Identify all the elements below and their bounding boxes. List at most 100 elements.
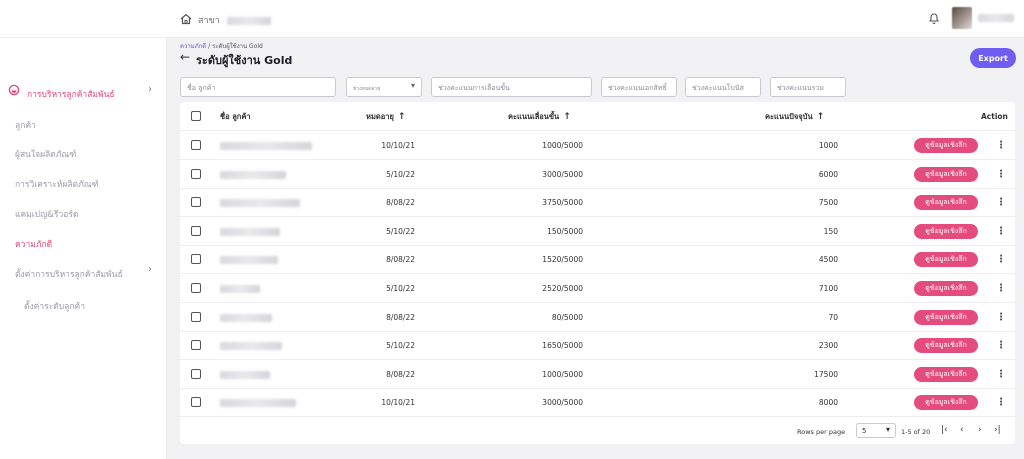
table-row: 8/08/22 1520/5000 4500 ดูข้อมูลเชิงลึก ⋮ [180, 245, 1015, 275]
customer-name-input[interactable]: ชื่อ ลูกค้า [180, 77, 336, 97]
more-options-icon[interactable]: ⋮ [996, 331, 1006, 360]
chevron-right-icon[interactable]: › [148, 84, 152, 95]
breadcrumb-link-loyalty[interactable]: ความภักดี [180, 43, 206, 50]
more-options-icon[interactable]: ⋮ [996, 388, 1006, 417]
row-checkbox[interactable] [191, 254, 201, 265]
table-row: 10/10/21 1000/5000 1000 ดูข้อมูลเชิงลึก ⋮ [180, 131, 1015, 160]
cell-level-points: 1000/5000 [542, 141, 583, 150]
table-row: 5/10/22 1650/5000 2300 ดูข้อมูลเชิงลึก ⋮ [180, 331, 1015, 361]
customer-table: ชื่อ ลูกค้า หมดอายุ ↑ คะแนนเลื่อนขั้น ↑ คะ… [180, 102, 1015, 444]
table-row: 5/10/22 2520/5000 7100 ดูข้อมูลเชิงลึก ⋮ [180, 274, 1015, 303]
chevron-right-icon[interactable]: › [148, 264, 152, 275]
row-checkbox[interactable] [191, 311, 201, 322]
table-row: 5/10/22 3000/5000 6000 ดูข้อมูลเชิงลึก ⋮ [180, 160, 1015, 189]
column-header-action: Action [981, 112, 1008, 121]
customer-name-redacted[interactable] [220, 170, 286, 179]
view-insights-button[interactable]: ดูข้อมูลเชิงลึก [914, 281, 978, 296]
more-options-icon[interactable]: ⋮ [996, 188, 1006, 217]
rows-per-page-select[interactable]: 5 ▾ [856, 423, 896, 438]
more-options-icon[interactable]: ⋮ [996, 131, 1006, 160]
cell-level-points: 1520/5000 [542, 255, 583, 265]
bell-icon[interactable] [928, 11, 940, 25]
branch-selector[interactable]: สาขา [198, 13, 271, 27]
more-options-icon[interactable]: ⋮ [996, 303, 1006, 332]
column-header-expiry[interactable]: หมดอายุ ↑ [366, 102, 405, 131]
privilege-points-range-button[interactable]: ช่วงคะแนนเอกสิทธิ์ [601, 77, 677, 97]
customer-name-redacted[interactable] [220, 199, 300, 208]
row-checkbox[interactable] [191, 340, 201, 351]
export-button[interactable]: Export [970, 48, 1016, 68]
row-checkbox[interactable] [191, 368, 201, 379]
column-header-name: ชื่อ ลูกค้า [220, 112, 251, 121]
view-insights-button[interactable]: ดูข้อมูลเชิงลึก [914, 195, 978, 211]
customer-name-redacted[interactable] [220, 256, 278, 265]
sidebar-item-customers[interactable]: ลูกค้า [15, 118, 36, 132]
branch-label: สาขา [198, 16, 220, 26]
view-insights-button[interactable]: ดูข้อมูลเชิงลึก [914, 366, 978, 382]
home-icon[interactable] [180, 13, 192, 25]
cell-current-points: 8000 [818, 398, 838, 408]
sidebar-item-tier-settings[interactable]: ตั้งค่าระดับลูกค้า [24, 299, 85, 313]
customer-name-redacted[interactable] [220, 142, 312, 150]
view-insights-button[interactable]: ดูข้อมูลเชิงลึก [914, 138, 978, 153]
table-row: 8/08/22 3750/5000 7500 ดูข้อมูลเชิงลึก ⋮ [180, 188, 1015, 218]
cell-current-points: 70 [828, 312, 838, 322]
customer-name-redacted[interactable] [220, 313, 272, 322]
expiry-range-select[interactable]: ช่วงหมดอายุ ▾ [346, 77, 422, 97]
arrow-up-icon[interactable]: ↑ [563, 112, 571, 122]
view-insights-button[interactable]: ดูข้อมูลเชิงลึก [914, 252, 978, 268]
cell-current-points: 7500 [818, 198, 838, 208]
view-insights-button[interactable]: ดูข้อมูลเชิงลึก [914, 223, 978, 239]
more-options-icon[interactable]: ⋮ [996, 160, 1006, 189]
more-options-icon[interactable]: ⋮ [996, 360, 1006, 389]
sidebar-group-crm[interactable]: การบริหารลูกค้าสัมพันธ์ [27, 87, 115, 101]
arrow-up-icon[interactable]: ↑ [817, 112, 825, 122]
cell-expiry: 8/08/22 [386, 255, 415, 265]
crm-icon [8, 84, 20, 96]
sidebar-item-crm-settings[interactable]: ตั้งค่าการบริหารลูกค้าสัมพันธ์ [15, 267, 123, 281]
sidebar-item-product-analysis[interactable]: การวิเคราะห์ผลิตภัณฑ์ [15, 177, 99, 191]
select-all-checkbox[interactable] [191, 111, 201, 121]
row-checkbox[interactable] [191, 397, 201, 408]
customer-name-redacted[interactable] [220, 285, 260, 293]
row-checkbox[interactable] [191, 168, 201, 179]
sidebar-item-campaign-reward[interactable]: แคมเปญ&รีวอร์ด [15, 207, 78, 221]
column-header-current-points[interactable]: คะแนนปัจจุบัน ↑ [765, 102, 824, 131]
total-points-range-button[interactable]: ช่วงคะแนนรวม [770, 77, 846, 97]
cell-expiry: 5/10/22 [386, 341, 415, 351]
user-name-redacted[interactable] [978, 14, 1014, 22]
column-header-current-points-label: คะแนนปัจจุบัน [765, 112, 813, 121]
cell-current-points: 17500 [814, 369, 838, 379]
row-checkbox[interactable] [191, 140, 201, 150]
column-header-level-points-label: คะแนนเลื่อนขั้น [508, 112, 560, 121]
chevron-right-icon[interactable]: › [978, 425, 982, 435]
last-page-icon[interactable]: ›| [994, 425, 1001, 435]
customer-name-redacted[interactable] [220, 399, 296, 408]
arrow-up-icon[interactable]: ↑ [398, 112, 406, 122]
view-insights-button[interactable]: ดูข้อมูลเชิงลึก [914, 338, 978, 354]
table-row: 8/08/22 80/5000 70 ดูข้อมูลเชิงลึก ⋮ [180, 303, 1015, 332]
customer-name-redacted[interactable] [220, 370, 270, 379]
sidebar-item-loyalty[interactable]: ความภักดี [15, 237, 52, 251]
cell-level-points: 80/5000 [551, 312, 583, 322]
column-header-level-points[interactable]: คะแนนเลื่อนขั้น ↑ [508, 102, 571, 131]
chevron-left-icon[interactable]: ‹ [960, 425, 964, 435]
more-options-icon[interactable]: ⋮ [996, 274, 1006, 303]
customer-name-redacted[interactable] [220, 227, 280, 236]
sidebar-item-interested[interactable]: ผู้สนใจผลิตภัณฑ์ [15, 147, 76, 161]
row-checkbox[interactable] [191, 225, 201, 236]
avatar[interactable] [952, 7, 972, 29]
page-range: 1-5 of 20 [901, 428, 931, 436]
back-arrow-icon[interactable]: ← [180, 50, 190, 64]
view-insights-button[interactable]: ดูข้อมูลเชิงลึก [914, 309, 978, 325]
level-points-range-input[interactable]: ช่วงคะแนนการเลื่อนขั้น [431, 77, 592, 97]
view-insights-button[interactable]: ดูข้อมูลเชิงลึก [914, 395, 978, 411]
row-checkbox[interactable] [191, 283, 201, 293]
bonus-points-range-button[interactable]: ช่วงคะแนนโบนัส [685, 77, 761, 97]
more-options-icon[interactable]: ⋮ [996, 217, 1006, 246]
more-options-icon[interactable]: ⋮ [996, 245, 1006, 274]
row-checkbox[interactable] [191, 197, 201, 208]
view-insights-button[interactable]: ดูข้อมูลเชิงลึก [914, 166, 978, 182]
customer-name-redacted[interactable] [220, 342, 282, 351]
first-page-icon[interactable]: |‹ [941, 425, 948, 435]
